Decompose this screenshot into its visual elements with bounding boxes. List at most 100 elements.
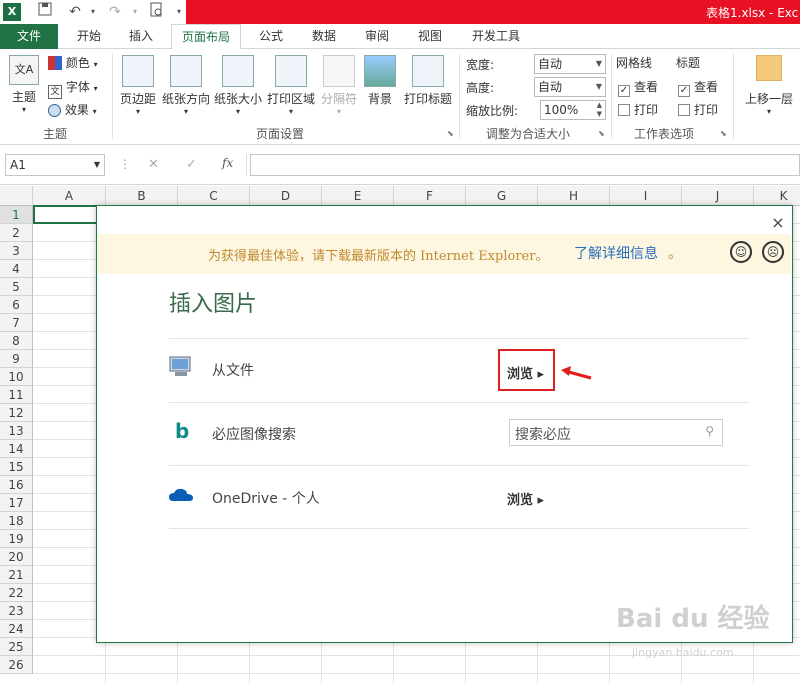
fonts-button[interactable]: 文 字体 ▾ [48, 77, 98, 99]
column-header[interactable]: F [394, 186, 466, 206]
undo-dropdown-icon[interactable]: ▾ [82, 2, 104, 22]
customize-quick-access-icon[interactable]: ▾ [168, 2, 190, 22]
row-header[interactable]: 17 [0, 494, 33, 512]
checkbox-checked-icon: ✓ [678, 85, 690, 97]
fonts-label: 字体 [65, 80, 90, 94]
row-header[interactable]: 15 [0, 458, 33, 476]
row-header[interactable]: 18 [0, 512, 33, 530]
tab-insert[interactable]: 插入 [117, 24, 165, 49]
column-header[interactable]: G [466, 186, 538, 206]
ribbon-tab-bar: 文件 开始 插入 页面布局 公式 数据 审阅 视图 开发工具 [0, 24, 800, 50]
column-header[interactable]: A [33, 186, 106, 206]
row-header[interactable]: 1 [0, 206, 33, 224]
column-header[interactable]: J [682, 186, 754, 206]
bing-search-input[interactable]: 搜索必应 ⚲ [509, 419, 723, 446]
row-header[interactable]: 2 [0, 224, 33, 242]
search-icon[interactable]: ⚲ [705, 424, 714, 438]
tab-page-layout[interactable]: 页面布局 [171, 24, 241, 50]
breaks-button[interactable]: 分隔符 ▾ [318, 55, 360, 116]
orientation-button[interactable]: 纸张方向 ▾ [160, 55, 212, 116]
row-header[interactable]: 20 [0, 548, 33, 566]
row-header[interactable]: 7 [0, 314, 33, 332]
tab-view[interactable]: 视图 [406, 24, 454, 49]
headings-print-checkbox[interactable]: 打印 [678, 100, 718, 120]
headings-view-checkbox[interactable]: ✓ 查看 [678, 77, 718, 97]
breaks-label: 分隔符 [320, 92, 357, 106]
redo-dropdown-icon[interactable]: ▾ [124, 2, 146, 22]
tab-home[interactable]: 开始 [64, 24, 114, 49]
row-header[interactable]: 12 [0, 404, 33, 422]
scale-spinner[interactable]: 100% ▲ ▼ [540, 100, 606, 120]
close-icon[interactable]: × [769, 214, 787, 232]
gridlines-heading: 网格线 [616, 56, 653, 70]
colors-button[interactable]: 颜色 ▾ [48, 53, 98, 73]
save-icon[interactable] [34, 2, 56, 22]
ie-notice-text: 为获得最佳体验，请下载最新版本的 Internet Explorer。 [208, 249, 549, 264]
effects-button[interactable]: 效果 ▾ [48, 100, 97, 120]
bring-forward-button[interactable]: 上移一层 ▾ [738, 55, 800, 116]
row-header[interactable]: 5 [0, 278, 33, 296]
group-separator [733, 53, 734, 139]
row-header[interactable]: 23 [0, 602, 33, 620]
row-header[interactable]: 9 [0, 350, 33, 368]
row-header[interactable]: 4 [0, 260, 33, 278]
grid-hline [33, 673, 800, 674]
gridlines-print-checkbox[interactable]: 打印 [618, 100, 658, 120]
print-area-button[interactable]: 打印区域 ▾ [265, 55, 317, 116]
row-header[interactable]: 14 [0, 440, 33, 458]
select-all-corner[interactable] [0, 186, 33, 206]
width-select[interactable]: 自动 ▼ [534, 54, 606, 74]
row-header[interactable]: 16 [0, 476, 33, 494]
tab-formulas[interactable]: 公式 [248, 24, 294, 49]
row-header[interactable]: 11 [0, 386, 33, 404]
frown-feedback-icon[interactable]: ☹ [762, 241, 784, 263]
background-button[interactable]: 背景 [362, 55, 398, 107]
column-header[interactable]: B [106, 186, 178, 206]
formula-input[interactable] [250, 154, 800, 176]
column-header[interactable]: E [322, 186, 394, 206]
size-button[interactable]: 纸张大小 ▾ [212, 55, 264, 116]
row-header[interactable]: 13 [0, 422, 33, 440]
print-preview-icon[interactable] [146, 2, 168, 22]
learn-more-link[interactable]: 了解详细信息 [574, 243, 658, 263]
column-header[interactable]: D [250, 186, 322, 206]
tab-data[interactable]: 数据 [300, 24, 348, 49]
divider [169, 338, 749, 339]
row-header[interactable]: 8 [0, 332, 33, 350]
print-titles-button[interactable]: 打印标题 [402, 55, 454, 107]
scale-dialog-launcher-icon[interactable]: ⬊ [598, 129, 605, 138]
row-header[interactable]: 24 [0, 620, 33, 638]
tab-review[interactable]: 审阅 [353, 24, 401, 49]
column-header[interactable]: K [754, 186, 800, 206]
margins-button[interactable]: 页边距 ▾ [117, 55, 159, 116]
insert-function-icon[interactable]: fx [222, 156, 233, 170]
redo-icon[interactable]: ↷ [104, 2, 126, 22]
row-header[interactable]: 19 [0, 530, 33, 548]
column-header[interactable]: C [178, 186, 250, 206]
cancel-icon[interactable]: ✕ [148, 157, 159, 172]
themes-button[interactable]: 文A 主题 ▾ [4, 55, 44, 114]
tab-file[interactable]: 文件 [0, 24, 58, 49]
column-header[interactable]: H [538, 186, 610, 206]
name-box[interactable]: A1 ▼ [5, 154, 105, 176]
row-header[interactable]: 21 [0, 566, 33, 584]
group-label-themes: 主题 [42, 127, 67, 141]
checkbox-checked-icon: ✓ [618, 85, 630, 97]
smile-feedback-icon[interactable]: ☺ [730, 241, 752, 263]
enter-icon[interactable]: ✓ [186, 157, 197, 172]
row-header[interactable]: 25 [0, 638, 33, 656]
page-setup-dialog-launcher-icon[interactable]: ⬊ [447, 129, 454, 138]
gridlines-view-checkbox[interactable]: ✓ 查看 [618, 77, 658, 97]
bing-search-label: 必应图像搜索 [212, 427, 296, 443]
orientation-label: 纸张方向 [161, 92, 210, 106]
row-header[interactable]: 6 [0, 296, 33, 314]
tab-developer[interactable]: 开发工具 [462, 24, 530, 49]
height-select[interactable]: 自动 ▼ [534, 77, 606, 97]
sheet-options-dialog-launcher-icon[interactable]: ⬊ [720, 129, 727, 138]
row-header[interactable]: 3 [0, 242, 33, 260]
row-header[interactable]: 10 [0, 368, 33, 386]
row-header[interactable]: 26 [0, 656, 33, 674]
browse-onedrive-button[interactable]: 浏览 ▸ [507, 489, 544, 508]
row-header[interactable]: 22 [0, 584, 33, 602]
column-header[interactable]: I [610, 186, 682, 206]
